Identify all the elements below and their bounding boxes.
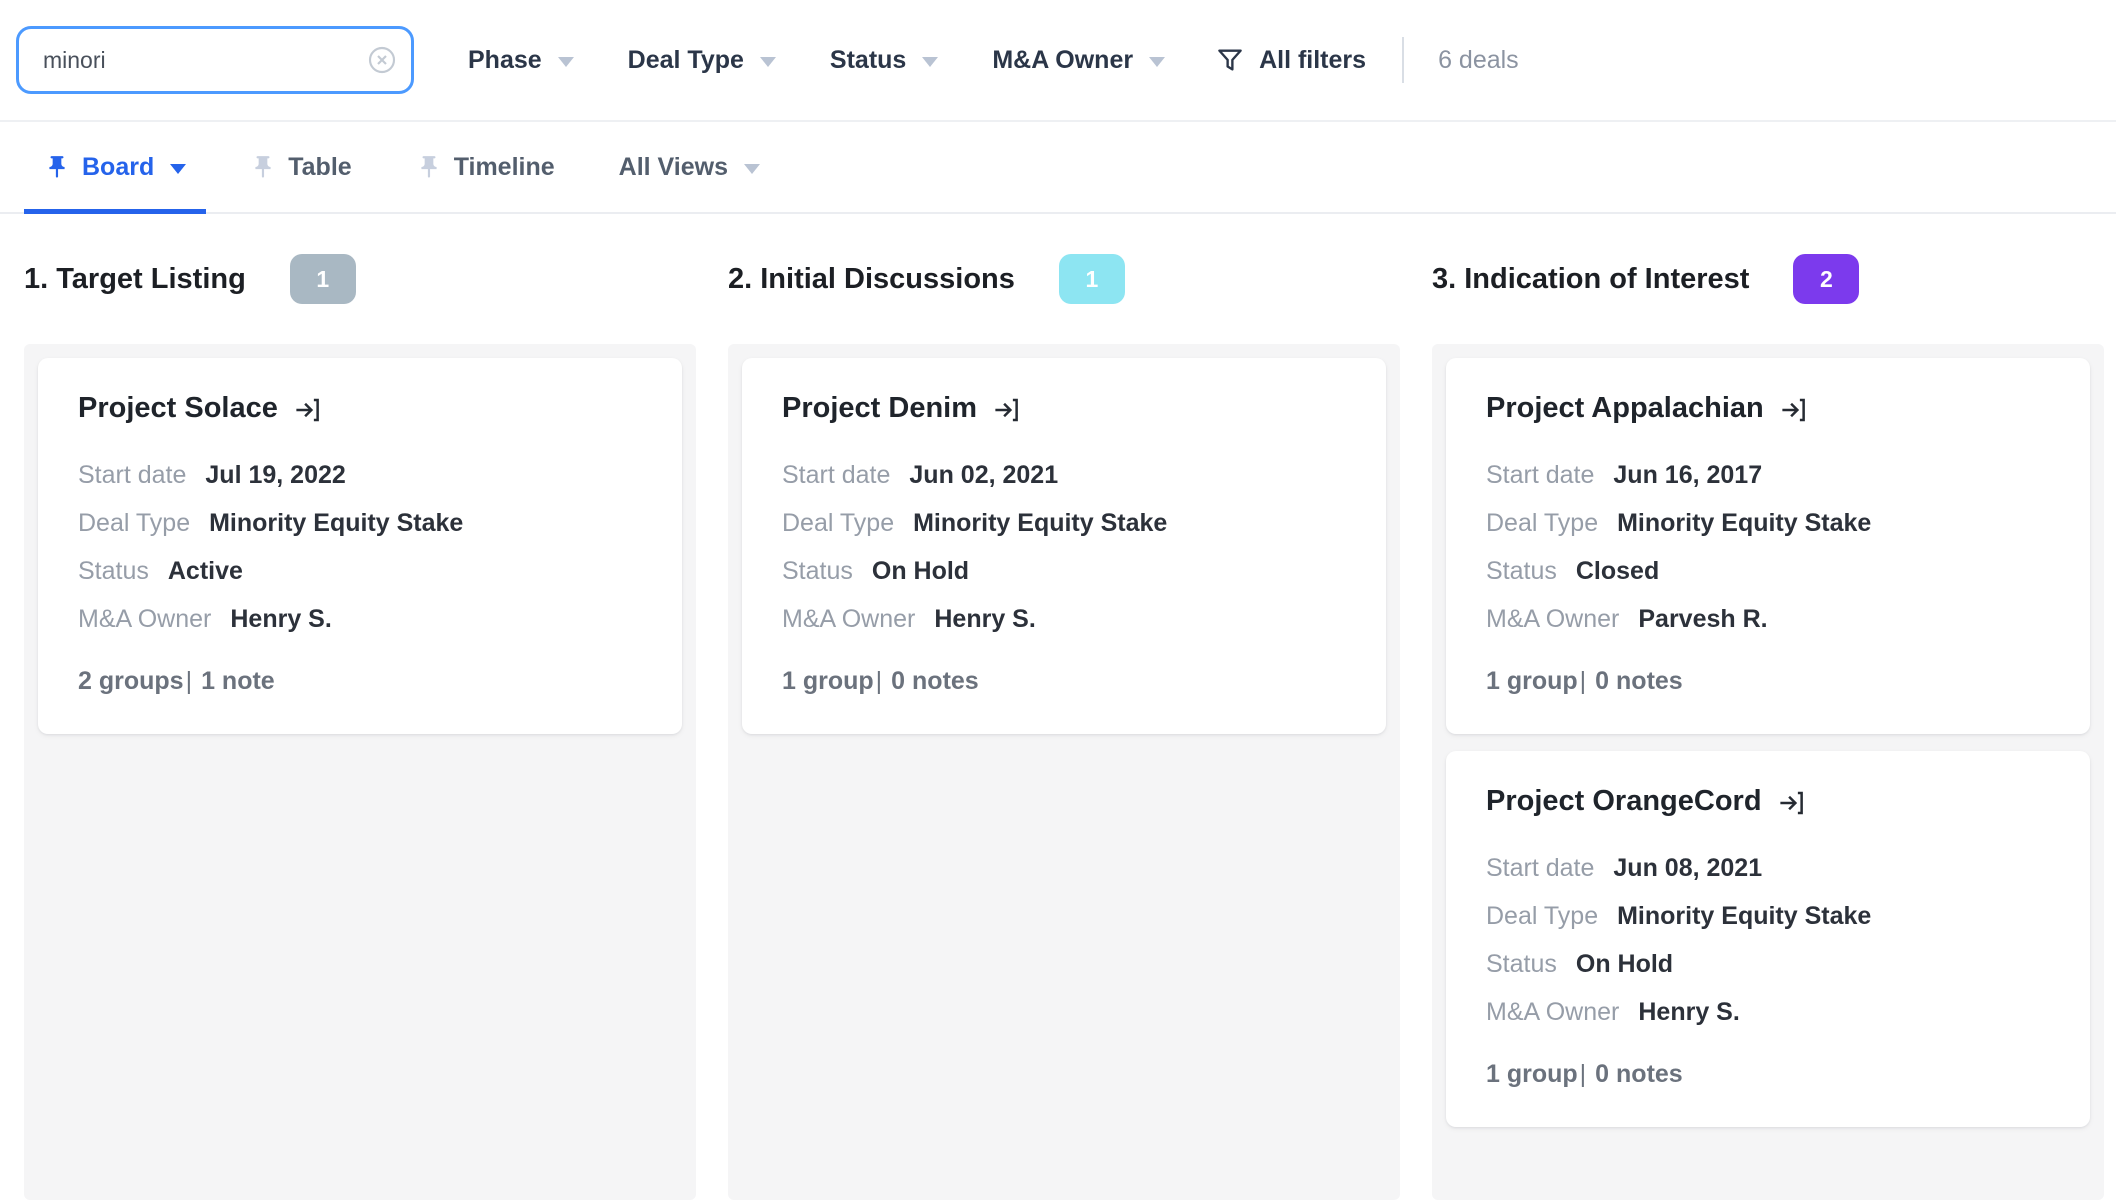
field-deal-type: Deal TypeMinority Equity Stake [782,499,1346,547]
filter-ma-owner-label: M&A Owner [992,46,1133,75]
notes-count: 0 notes [891,667,979,695]
column-header: 1. Target Listing 1 [24,214,696,344]
notes-count: 1 note [201,667,275,695]
tab-all-views[interactable]: All Views [599,122,780,212]
view-tab-bar: Board Table Timeline All Views [0,120,2116,214]
column-count-badge: 2 [1793,254,1859,304]
search-input[interactable] [16,26,414,94]
field-status: StatusOn Hold [1486,940,2050,988]
deal-title: Project Solace [78,392,278,425]
chevron-down-icon [760,57,776,67]
card-footer: 1 group| 0 notes [1486,1060,2050,1089]
field-start-date: Start dateJul 19, 2022 [78,451,642,499]
filter-phase-label: Phase [468,46,542,75]
field-start-date: Start dateJun 02, 2021 [782,451,1346,499]
groups-count: 1 group [1486,667,1578,695]
deal-title: Project Appalachian [1486,392,1764,425]
footer-separator: | [876,667,883,695]
field-status: StatusActive [78,547,642,595]
deal-title: Project OrangeCord [1486,785,1762,818]
open-deal-icon[interactable] [991,395,1021,425]
tab-all-views-label: All Views [619,153,728,182]
board-column-initial-discussions: 2. Initial Discussions 1 Project Denim S… [728,214,1400,1200]
field-ma-owner: M&A OwnerHenry S. [782,595,1346,643]
groups-count: 2 groups [78,667,184,695]
field-start-date: Start dateJun 08, 2021 [1486,844,2050,892]
board-column-target-listing: 1. Target Listing 1 Project Solace Start… [24,214,696,1200]
tab-board[interactable]: Board [24,122,206,212]
field-ma-owner: M&A OwnerHenry S. [1486,988,2050,1036]
tab-table-label: Table [288,153,351,182]
divider [1402,37,1404,83]
column-title: 2. Initial Discussions [728,263,1015,296]
footer-separator: | [1580,667,1587,695]
deal-card[interactable]: Project Denim Start dateJun 02, 2021 Dea… [742,358,1386,734]
open-deal-icon[interactable] [292,395,322,425]
tab-board-label: Board [82,153,154,182]
filter-deal-type-label: Deal Type [628,46,744,75]
deal-card[interactable]: Project Solace Start dateJul 19, 2022 De… [38,358,682,734]
deal-card[interactable]: Project OrangeCord Start dateJun 08, 202… [1446,751,2090,1127]
chevron-down-icon [558,57,574,67]
groups-count: 1 group [1486,1060,1578,1088]
kanban-board: 1. Target Listing 1 Project Solace Start… [0,214,2116,1200]
field-deal-type: Deal TypeMinority Equity Stake [1486,892,2050,940]
card-footer: 1 group| 0 notes [1486,667,2050,696]
chevron-down-icon [1149,57,1165,67]
deal-card[interactable]: Project Appalachian Start dateJun 16, 20… [1446,358,2090,734]
search-box[interactable] [16,26,414,94]
filter-deal-type[interactable]: Deal Type [628,46,776,75]
notes-count: 0 notes [1595,667,1683,695]
notes-count: 0 notes [1595,1060,1683,1088]
deal-count: 6 deals [1438,46,1519,75]
footer-separator: | [1580,1060,1587,1088]
board-column-indication-of-interest: 3. Indication of Interest 2 Project Appa… [1432,214,2104,1200]
column-body: Project Denim Start dateJun 02, 2021 Dea… [728,344,1400,1200]
filter-ma-owner[interactable]: M&A Owner [992,46,1165,75]
chevron-down-icon [922,57,938,67]
funnel-icon [1215,45,1245,75]
all-filters-button[interactable]: All filters [1215,45,1366,75]
column-body: Project Solace Start dateJul 19, 2022 De… [24,344,696,1200]
all-filters-label: All filters [1259,46,1366,75]
chevron-down-icon [170,164,186,174]
field-deal-type: Deal TypeMinority Equity Stake [1486,499,2050,547]
pin-icon [44,154,70,180]
open-deal-icon[interactable] [1778,395,1808,425]
column-header: 2. Initial Discussions 1 [728,214,1400,344]
open-deal-icon[interactable] [1776,788,1806,818]
column-body: Project Appalachian Start dateJun 16, 20… [1432,344,2104,1200]
field-start-date: Start dateJun 16, 2017 [1486,451,2050,499]
filter-bar: Phase Deal Type Status M&A Owner All fil… [0,0,2116,120]
chevron-down-icon [744,164,760,174]
footer-separator: | [186,667,193,695]
tab-table[interactable]: Table [230,122,371,212]
pin-icon [416,154,442,180]
field-status: StatusClosed [1486,547,2050,595]
column-count-badge: 1 [290,254,356,304]
tab-timeline[interactable]: Timeline [396,122,575,212]
tab-timeline-label: Timeline [454,153,555,182]
column-header: 3. Indication of Interest 2 [1432,214,2104,344]
field-status: StatusOn Hold [782,547,1346,595]
filter-phase[interactable]: Phase [468,46,574,75]
column-title: 3. Indication of Interest [1432,263,1749,296]
card-footer: 1 group| 0 notes [782,667,1346,696]
deal-title: Project Denim [782,392,977,425]
groups-count: 1 group [782,667,874,695]
field-ma-owner: M&A OwnerHenry S. [78,595,642,643]
column-count-badge: 1 [1059,254,1125,304]
field-ma-owner: M&A OwnerParvesh R. [1486,595,2050,643]
clear-search-icon[interactable] [366,44,398,76]
column-title: 1. Target Listing [24,263,246,296]
field-deal-type: Deal TypeMinority Equity Stake [78,499,642,547]
pin-icon [250,154,276,180]
card-footer: 2 groups| 1 note [78,667,642,696]
filter-status[interactable]: Status [830,46,938,75]
filter-status-label: Status [830,46,906,75]
